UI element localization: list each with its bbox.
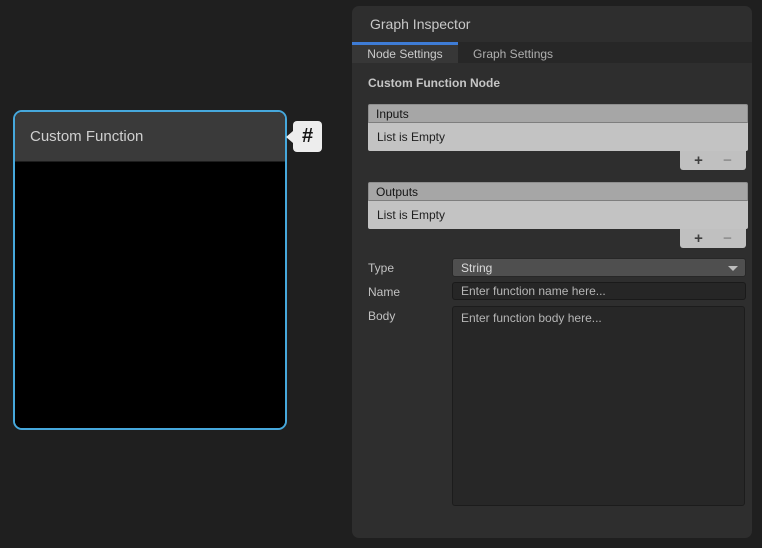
inputs-list-empty-row: List is Empty bbox=[368, 123, 748, 151]
outputs-remove-button[interactable]: − bbox=[717, 231, 738, 246]
outputs-empty-label: List is Empty bbox=[377, 208, 445, 222]
graph-inspector-panel: Graph Inspector Node Settings Graph Sett… bbox=[352, 6, 752, 538]
outputs-header-label: Outputs bbox=[376, 185, 418, 199]
inspector-tab-bar: Node Settings Graph Settings bbox=[352, 42, 752, 63]
function-name-input[interactable] bbox=[452, 282, 746, 300]
inputs-header-label: Inputs bbox=[376, 107, 409, 121]
body-field-label: Body bbox=[368, 309, 395, 323]
section-title: Custom Function Node bbox=[368, 76, 500, 90]
type-field-label: Type bbox=[368, 261, 394, 275]
inputs-empty-label: List is Empty bbox=[377, 130, 445, 144]
function-body-textarea[interactable] bbox=[452, 306, 745, 506]
node-body bbox=[15, 162, 285, 430]
tab-node-settings[interactable]: Node Settings bbox=[352, 42, 458, 63]
inputs-add-button[interactable]: + bbox=[688, 153, 709, 168]
inputs-list-footer: + − bbox=[680, 151, 746, 170]
outputs-list: Outputs List is Empty + − bbox=[368, 182, 748, 248]
custom-function-node[interactable]: Custom Function bbox=[13, 110, 287, 430]
node-title: Custom Function bbox=[30, 128, 143, 145]
panel-title: Graph Inspector bbox=[370, 6, 470, 42]
minus-icon: − bbox=[723, 230, 732, 247]
plus-icon: + bbox=[694, 230, 703, 247]
inputs-list-header: Inputs bbox=[368, 104, 748, 123]
badge-tail-pointer bbox=[286, 131, 293, 143]
outputs-add-button[interactable]: + bbox=[688, 231, 709, 246]
name-field-label: Name bbox=[368, 285, 400, 299]
outputs-list-empty-row: List is Empty bbox=[368, 201, 748, 229]
type-dropdown[interactable]: String bbox=[452, 258, 746, 277]
outputs-list-footer: + − bbox=[680, 229, 746, 248]
node-hash-badge[interactable]: # bbox=[293, 121, 322, 152]
node-title-bar[interactable]: Custom Function bbox=[15, 112, 285, 162]
hash-icon: # bbox=[302, 125, 313, 148]
type-dropdown-value: String bbox=[461, 261, 492, 275]
tab-node-settings-label: Node Settings bbox=[367, 47, 442, 61]
chevron-down-icon bbox=[728, 266, 738, 271]
inputs-remove-button[interactable]: − bbox=[717, 153, 738, 168]
tab-graph-settings[interactable]: Graph Settings bbox=[458, 42, 568, 63]
tab-graph-settings-label: Graph Settings bbox=[473, 47, 553, 61]
plus-icon: + bbox=[694, 152, 703, 169]
inputs-list: Inputs List is Empty + − bbox=[368, 104, 748, 170]
outputs-list-header: Outputs bbox=[368, 182, 748, 201]
minus-icon: − bbox=[723, 152, 732, 169]
